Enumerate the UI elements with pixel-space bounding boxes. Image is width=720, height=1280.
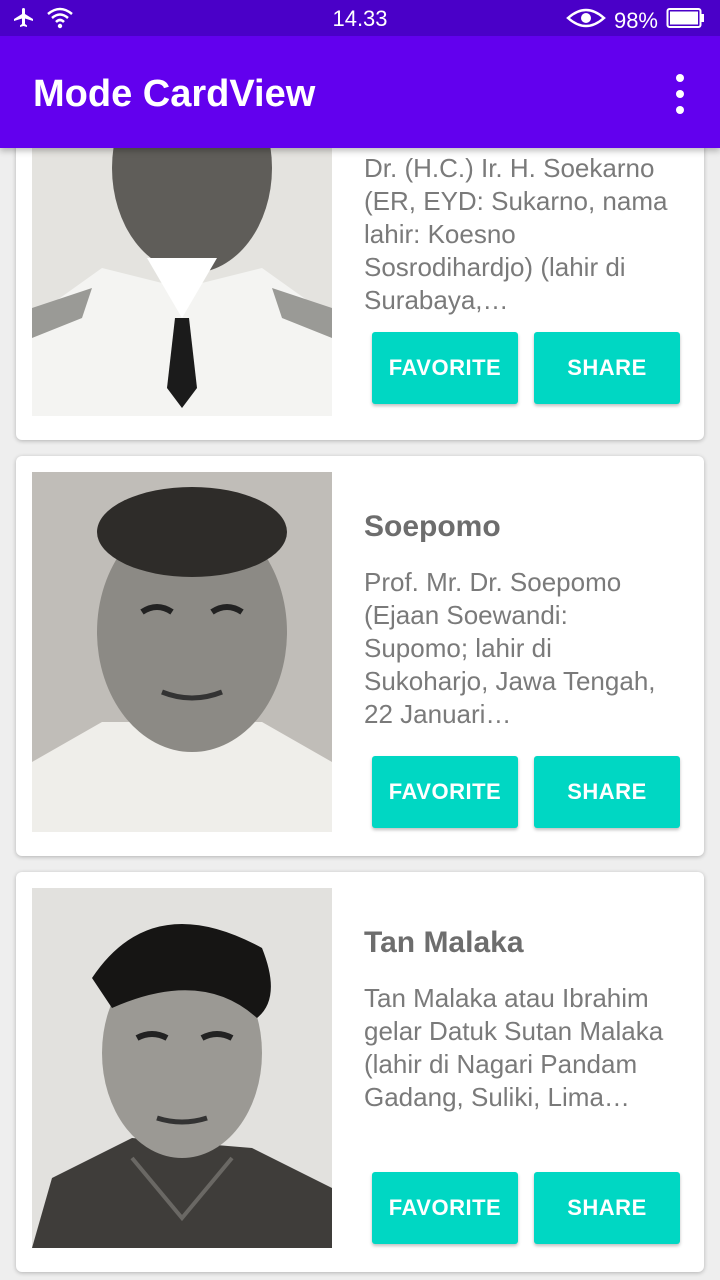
app-title: Mode CardView [33,73,316,115]
favorite-button[interactable]: FAVORITE [372,332,518,404]
card-description: Prof. Mr. Dr. Soepomo (Ejaan Soewandi: S… [364,567,656,729]
favorite-button[interactable]: FAVORITE [372,756,518,828]
eye-icon [566,6,606,36]
share-button[interactable]: SHARE [534,332,680,404]
app-bar: Mode CardView [0,36,720,148]
battery-level: 98% [613,8,658,33]
card-title: Soepomo [364,510,501,543]
overflow-menu-icon[interactable] [670,74,690,114]
card-title: Tan Malaka [364,926,524,959]
list-item[interactable]: Soepomo Prof. Mr. Dr. Soepomo (Ejaan Soe… [16,456,704,856]
portrait-photo [32,472,332,832]
portrait-photo [32,888,332,1248]
favorite-button[interactable]: FAVORITE [372,1172,518,1244]
card-description: Tan Malaka atau Ibrahim gelar Datuk Suta… [364,983,664,1112]
share-button[interactable]: SHARE [534,1172,680,1244]
status-bar: 14.33 98% [0,0,720,36]
battery-icon [666,7,706,35]
share-button[interactable]: SHARE [534,756,680,828]
list-item[interactable]: Tan Malaka Tan Malaka atau Ibrahim gelar… [16,872,704,1272]
card-list[interactable]: Dr. (H.C.) Ir. H. Soekarno (ER, EYD: Suk… [0,0,720,1280]
card-description: Dr. (H.C.) Ir. H. Soekarno (ER, EYD: Suk… [364,153,668,315]
